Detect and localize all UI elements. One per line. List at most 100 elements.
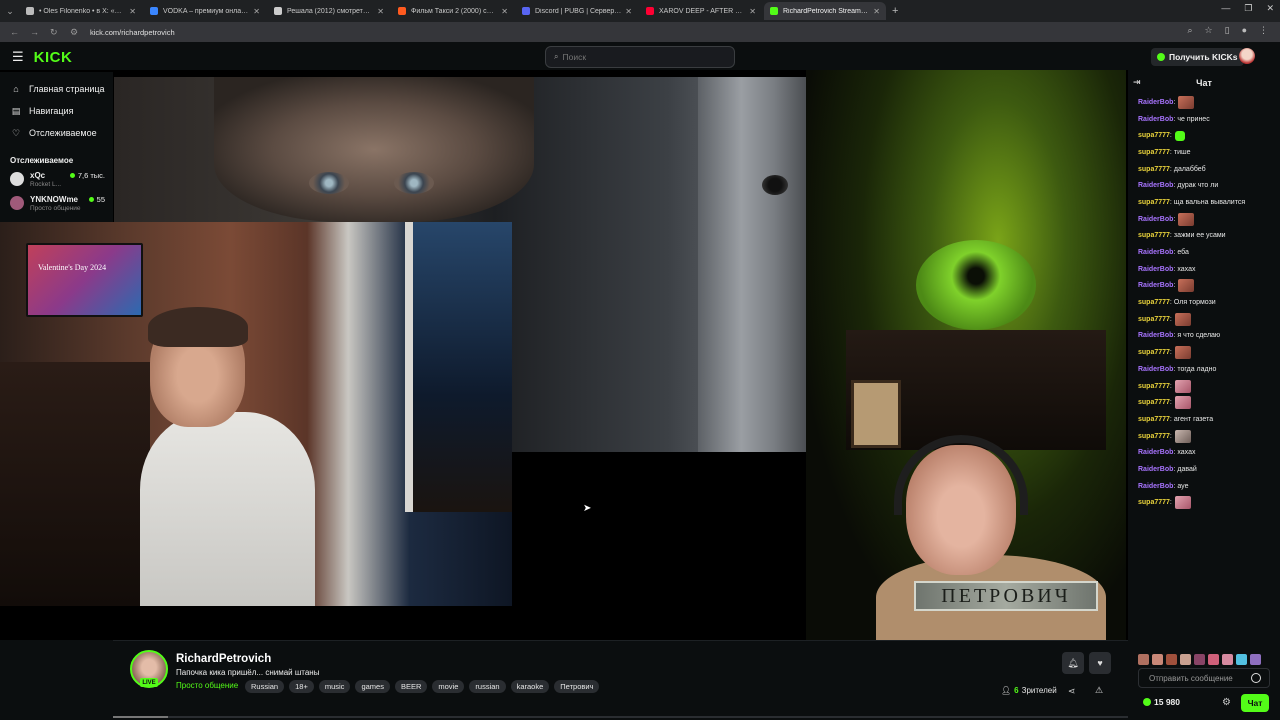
tab-close-icon[interactable]: ✕ <box>129 7 136 16</box>
browser-menu-icon[interactable]: ⋮ <box>1259 25 1268 36</box>
chat-username[interactable]: RaiderBob <box>1138 483 1173 490</box>
stream-tag[interactable]: 18+ <box>289 680 314 693</box>
sidebar-item-0[interactable]: ⌂ Главная страница <box>0 78 113 100</box>
tab-search-icon[interactable]: ⌄ <box>0 6 20 17</box>
emote-icon[interactable] <box>1222 654 1233 665</box>
chat-username[interactable]: supa7777 <box>1138 166 1170 173</box>
browser-tab[interactable]: VODKA – премиум онлайн-ка... ✕ <box>144 2 266 20</box>
menu-icon[interactable]: ☰ <box>12 49 24 65</box>
chat-username[interactable]: supa7777 <box>1138 299 1170 306</box>
tab-close-icon[interactable]: ✕ <box>873 7 880 16</box>
chat-input[interactable]: Отправить сообщение <box>1138 668 1270 688</box>
tab-close-icon[interactable]: ✕ <box>377 7 384 16</box>
maximize-icon[interactable]: ❐ <box>1244 3 1252 14</box>
chat-colon: : <box>1169 198 1172 206</box>
forward-icon[interactable]: → <box>30 27 40 37</box>
chat-username[interactable]: supa7777 <box>1138 399 1170 406</box>
chat-username[interactable]: supa7777 <box>1138 132 1170 139</box>
chat-username[interactable]: RaiderBob <box>1138 266 1173 273</box>
chat-username[interactable]: RaiderBob <box>1138 99 1173 106</box>
share-icon[interactable]: ⋖ <box>1068 686 1076 697</box>
chat-username[interactable]: RaiderBob <box>1138 216 1173 223</box>
browser-tab[interactable]: Фильм Такси 2 (2000) смотреть... ✕ <box>392 2 514 20</box>
scroll-thumb[interactable] <box>113 716 168 718</box>
followed-channel[interactable]: YNKNOWme Просто общение 55 <box>0 195 113 219</box>
chat-username[interactable]: supa7777 <box>1138 416 1170 423</box>
tab-close-icon[interactable]: ✕ <box>501 7 508 16</box>
get-kicks-button[interactable]: Получить KICKs <box>1151 48 1244 66</box>
reload-icon[interactable]: ↻ <box>50 27 60 38</box>
chat-username[interactable]: RaiderBob <box>1138 466 1173 473</box>
bookmark-star-icon[interactable]: ☆ <box>1205 25 1213 36</box>
back-icon[interactable]: ← <box>10 27 20 37</box>
stream-tag[interactable]: Russian <box>245 680 285 693</box>
tv-text: Valentine's Day 2024 <box>38 263 107 272</box>
chat-username[interactable]: supa7777 <box>1138 149 1170 156</box>
site-info-icon[interactable]: ⚙ <box>70 27 80 38</box>
zoom-icon[interactable]: ⌕ <box>1187 25 1192 36</box>
chat-username[interactable]: supa7777 <box>1138 433 1170 440</box>
emote-icon[interactable] <box>1250 654 1261 665</box>
stream-tag[interactable]: movie <box>432 680 465 693</box>
close-window-icon[interactable]: ✕ <box>1266 3 1274 14</box>
emote-icon[interactable] <box>1180 654 1191 665</box>
collapse-chat-icon[interactable]: ⇥ <box>1133 77 1141 88</box>
chat-username[interactable]: supa7777 <box>1138 499 1170 506</box>
search-input[interactable] <box>562 52 713 62</box>
browser-tab[interactable]: Решала (2012) смотреть онл... ✕ <box>268 2 390 20</box>
follow-button[interactable]: ♥ <box>1089 652 1111 674</box>
chat-username[interactable]: supa7777 <box>1138 232 1170 239</box>
emote-icon[interactable] <box>1138 654 1149 665</box>
stream-tag[interactable]: Петрович <box>554 680 600 693</box>
followed-channel[interactable]: xQc Rocket L... 7,6 тыс. <box>0 171 113 195</box>
tab-close-icon[interactable]: ✕ <box>625 7 632 16</box>
chat-username[interactable]: RaiderBob <box>1138 182 1173 189</box>
report-icon[interactable]: ⚠ <box>1095 685 1103 696</box>
sidebar-item-1[interactable]: ▤ Навигация <box>0 100 113 122</box>
channel-name[interactable]: RichardPetrovich <box>176 653 271 665</box>
stream-tag[interactable]: BEER <box>394 680 428 693</box>
stream-tag[interactable]: karaoke <box>510 680 550 693</box>
browser-tab[interactable]: Discord | PUBG | Сервер «[Дер... ✕ <box>516 2 638 20</box>
stream-tag[interactable]: music <box>318 680 351 693</box>
kick-logo[interactable]: KICK <box>34 49 73 66</box>
tab-close-icon[interactable]: ✕ <box>253 7 260 16</box>
extensions-icon[interactable]: ▯ <box>1225 25 1230 36</box>
chat-username[interactable]: RaiderBob <box>1138 449 1173 456</box>
chat-settings-icon[interactable]: ⚙ <box>1222 697 1231 708</box>
chat-username[interactable]: RaiderBob <box>1138 366 1173 373</box>
chat-username[interactable]: supa7777 <box>1138 383 1170 390</box>
browser-tab[interactable]: • Oles Filonenko • в X: «На ка... ✕ <box>20 2 142 20</box>
chat-emote-icon <box>1174 496 1191 510</box>
chat-username[interactable]: supa7777 <box>1138 316 1170 323</box>
emote-icon[interactable] <box>1166 654 1177 665</box>
send-chat-button[interactable]: Чат <box>1241 694 1269 712</box>
sidebar-item-2[interactable]: ♡ Отслеживаемое <box>0 122 113 144</box>
chat-username[interactable]: RaiderBob <box>1138 332 1173 339</box>
emote-icon[interactable] <box>1236 654 1247 665</box>
user-avatar[interactable] <box>1239 48 1255 64</box>
emote-icon[interactable] <box>1152 654 1163 665</box>
minimize-icon[interactable]: — <box>1221 3 1230 14</box>
chat-username[interactable]: RaiderBob <box>1138 249 1173 256</box>
chat-username[interactable]: supa7777 <box>1138 199 1170 206</box>
stream-tag[interactable]: games <box>355 680 390 693</box>
stream-category[interactable]: Просто общение <box>176 681 238 690</box>
new-tab-button[interactable]: + <box>892 5 898 17</box>
chat-username[interactable]: supa7777 <box>1138 349 1170 356</box>
emote-icon[interactable] <box>1208 654 1219 665</box>
notification-bell-button[interactable]: 🔔︎ <box>1062 652 1084 674</box>
browser-tab[interactable]: RichardPetrovich Stream - K... ✕ <box>764 2 886 20</box>
emote-icon[interactable] <box>1194 654 1205 665</box>
emoji-picker-icon[interactable] <box>1251 673 1261 683</box>
tab-close-icon[interactable]: ✕ <box>749 7 756 16</box>
browser-tab[interactable]: XAROV DEEP - AFTER 3AM (Or... ✕ <box>640 2 762 20</box>
chat-username[interactable]: RaiderBob <box>1138 116 1173 123</box>
search-box[interactable]: ⌕ <box>545 46 735 68</box>
chat-username[interactable]: RaiderBob <box>1138 282 1173 289</box>
stream-tag[interactable]: russian <box>469 680 506 693</box>
kicks-balance[interactable]: 15 980 <box>1143 697 1180 707</box>
profile-icon[interactable]: ● <box>1242 25 1247 36</box>
scroll-bar[interactable] <box>113 716 1128 718</box>
url-field[interactable]: kick.com/richardpetrovich <box>90 28 175 37</box>
